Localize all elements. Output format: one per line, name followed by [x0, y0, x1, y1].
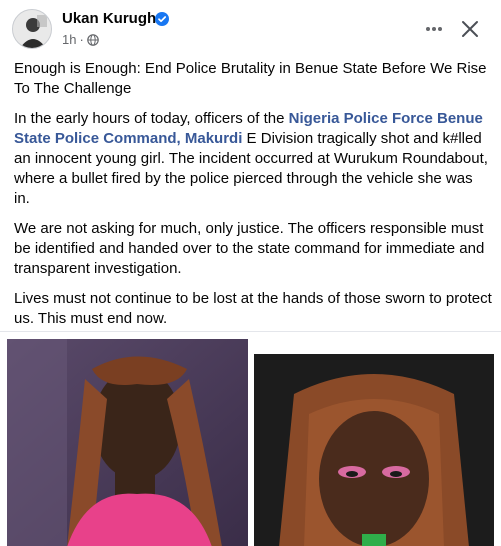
post-paragraph-3: Lives must not continue to be lost at th… [14, 290, 492, 327]
verified-badge-icon [155, 12, 169, 26]
post-paragraph-1: In the early hours of today, officers of… [14, 109, 492, 209]
paragraph-text: In the early hours of today, officers of… [14, 110, 289, 127]
post-body: Enough is Enough: End Police Brutality i… [14, 59, 492, 339]
post-title: Enough is Enough: End Police Brutality i… [14, 60, 487, 97]
facebook-post: Ukan Kurugh 1h · Enough is Enough: End P… [0, 0, 501, 546]
post-timestamp[interactable]: 1h [62, 31, 76, 49]
avatar-image [13, 10, 51, 48]
post-media [0, 331, 501, 546]
photo-2-image [254, 354, 494, 546]
more-options-icon[interactable] [418, 13, 450, 45]
globe-icon[interactable] [87, 34, 99, 46]
author-name[interactable]: Ukan Kurugh [62, 9, 156, 29]
post-paragraph-2: We are not asking for much, only justice… [14, 220, 485, 277]
post-meta: 1h · [62, 31, 99, 49]
post-photo-2[interactable] [254, 354, 494, 546]
post-photo-1[interactable] [7, 339, 248, 546]
close-icon[interactable] [454, 13, 486, 45]
author-avatar[interactable] [12, 9, 52, 49]
photo-1-image [7, 339, 248, 546]
meta-separator: · [79, 32, 84, 47]
post-header: Ukan Kurugh 1h · [0, 0, 501, 58]
